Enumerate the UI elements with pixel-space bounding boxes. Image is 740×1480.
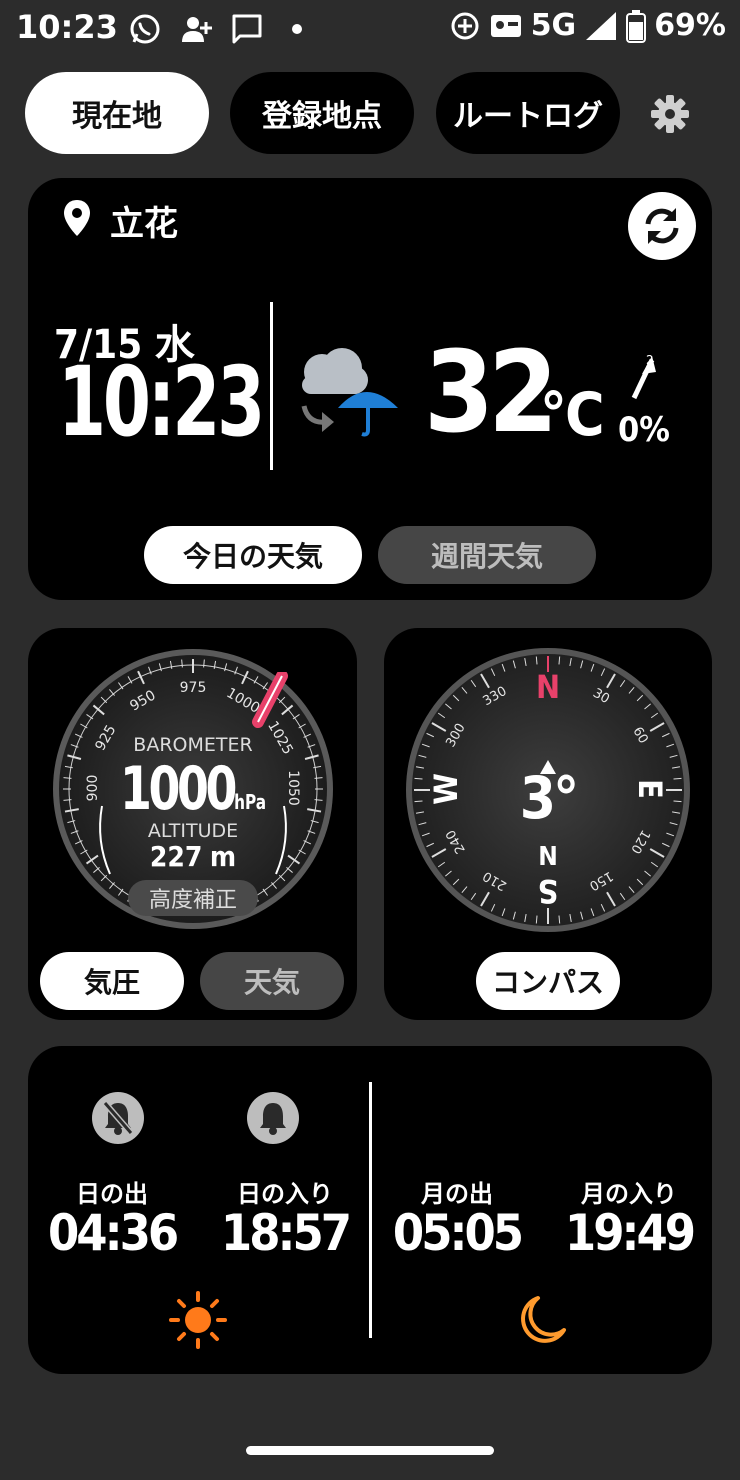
moonset-time: 19:49 xyxy=(564,1204,696,1262)
altitude-reading: 227 m xyxy=(50,840,336,873)
button-label: 天気 xyxy=(243,966,300,999)
location-pin-icon xyxy=(64,200,90,236)
barometer-tab-weather[interactable]: 天気 xyxy=(200,952,344,1010)
whatsapp-icon xyxy=(130,14,160,44)
button-label: 週間天気 xyxy=(430,540,543,573)
moonrise-time: 05:05 xyxy=(392,1204,524,1262)
notification-dot-icon xyxy=(292,24,302,34)
divider xyxy=(270,302,273,470)
button-label: コンパス xyxy=(491,966,604,999)
sunset-alarm-button[interactable] xyxy=(247,1092,299,1144)
gear-icon[interactable] xyxy=(650,94,690,134)
moon-icon xyxy=(521,1296,566,1343)
barometer-reading: 1000hPa xyxy=(71,754,314,824)
weather-card: 立花 7/15 水 10:23 32 °C 2 0% 今日の天気 週間天気 xyxy=(28,178,712,600)
sun-moon-card: 日の出 04:36 日の入り 18:57 月の出 05:05 月の入り 19:4… xyxy=(28,1046,712,1374)
altitude-label: ALTITUDE xyxy=(147,820,239,842)
status-time: 10:23 xyxy=(16,8,118,46)
barometer-dial: 900 925 950 975 1000 1025 1050 BAROMETER 1000h… xyxy=(50,646,336,932)
status-bar: 10:23 5G 69% xyxy=(0,0,740,58)
bell-icon xyxy=(260,1103,286,1135)
status-right: 5G 69% xyxy=(449,8,726,43)
temperature-unit: °C xyxy=(540,380,605,450)
compass-tick xyxy=(558,915,561,924)
compass-tick xyxy=(535,656,538,665)
tab-current-location[interactable]: 現在地 xyxy=(25,72,209,154)
umbrella-icon xyxy=(338,392,398,437)
tab-saved-locations[interactable]: 登録地点 xyxy=(230,72,414,154)
compass-direction: N xyxy=(538,842,558,872)
bell-off-icon xyxy=(102,1101,134,1135)
home-indicator[interactable] xyxy=(246,1446,494,1455)
altitude-value: 227 xyxy=(149,840,203,873)
tab-label: 現在地 xyxy=(72,99,162,134)
compass-tick xyxy=(535,915,538,924)
sunset-time: 18:57 xyxy=(220,1204,352,1262)
barometer-tick xyxy=(63,799,72,801)
location-name: 立花 xyxy=(110,204,178,244)
refresh-icon xyxy=(645,208,679,244)
compass-tick xyxy=(558,656,561,665)
button-label: 高度補正 xyxy=(148,888,237,913)
compass-card: N E S W 30 60 120 150 210 240 300 330 3° N コンパス xyxy=(384,628,712,1020)
tab-label: 登録地点 xyxy=(262,99,382,134)
sunrise-time: 04:36 xyxy=(48,1204,179,1262)
tab-label: ルートログ xyxy=(453,99,603,134)
barometer-card: 900 925 950 975 1000 1025 1050 BAROMETER 1000h… xyxy=(28,628,357,1020)
signal-icon xyxy=(586,11,617,40)
button-label: 今日の天気 xyxy=(182,540,323,573)
add-contact-icon xyxy=(182,17,212,42)
altitude-calibration-button[interactable]: 高度補正 xyxy=(128,880,258,916)
barometer-scale-label: 975 xyxy=(179,680,207,696)
sunrise-alarm-button[interactable] xyxy=(92,1092,144,1144)
compass-cardinal-n: N xyxy=(535,668,561,706)
compass-heading: 3° xyxy=(519,764,579,832)
weekly-weather-button[interactable]: 週間天気 xyxy=(378,526,596,584)
barometer-tick xyxy=(181,659,183,668)
barometer-tab-pressure[interactable]: 気圧 xyxy=(40,952,184,1010)
wind-arrow-icon: 2 xyxy=(631,353,656,400)
compass-dial[interactable]: N E S W 30 60 120 150 210 240 300 330 3° N xyxy=(404,646,692,934)
sun-icon xyxy=(169,1291,227,1349)
altitude-unit: m xyxy=(209,840,237,873)
cloud-icon xyxy=(302,348,368,394)
todays-weather-button[interactable]: 今日の天気 xyxy=(144,526,362,584)
message-icon xyxy=(232,14,262,44)
compass-button[interactable]: コンパス xyxy=(476,952,620,1010)
barometer-tick xyxy=(314,799,323,801)
refresh-button[interactable] xyxy=(628,192,696,260)
barometer-unit: hPa xyxy=(234,790,267,814)
battery-icon xyxy=(626,9,647,43)
weather-time: 10:23 xyxy=(58,346,265,458)
cloud-rain-umbrella-icon xyxy=(301,348,398,437)
divider xyxy=(369,1082,372,1338)
data-saver-icon xyxy=(451,12,479,39)
button-label: 気圧 xyxy=(83,966,140,999)
barometer-label: BAROMETER xyxy=(133,734,253,756)
sim-card-icon xyxy=(490,14,521,37)
tab-route-log[interactable]: ルートログ xyxy=(436,72,620,154)
barometer-tick xyxy=(203,659,205,668)
precip-probability: 0% xyxy=(618,410,670,450)
barometer-value: 1000 xyxy=(119,754,238,824)
svg-text:2: 2 xyxy=(646,353,654,367)
battery-percent: 69% xyxy=(654,8,726,43)
barometer-tick xyxy=(63,777,72,779)
network-type: 5G xyxy=(530,8,577,43)
compass-cardinal-s: S xyxy=(537,872,559,910)
barometer-tick xyxy=(314,777,323,779)
barometer-needle xyxy=(252,672,288,728)
temperature-value: 32 xyxy=(424,328,558,458)
